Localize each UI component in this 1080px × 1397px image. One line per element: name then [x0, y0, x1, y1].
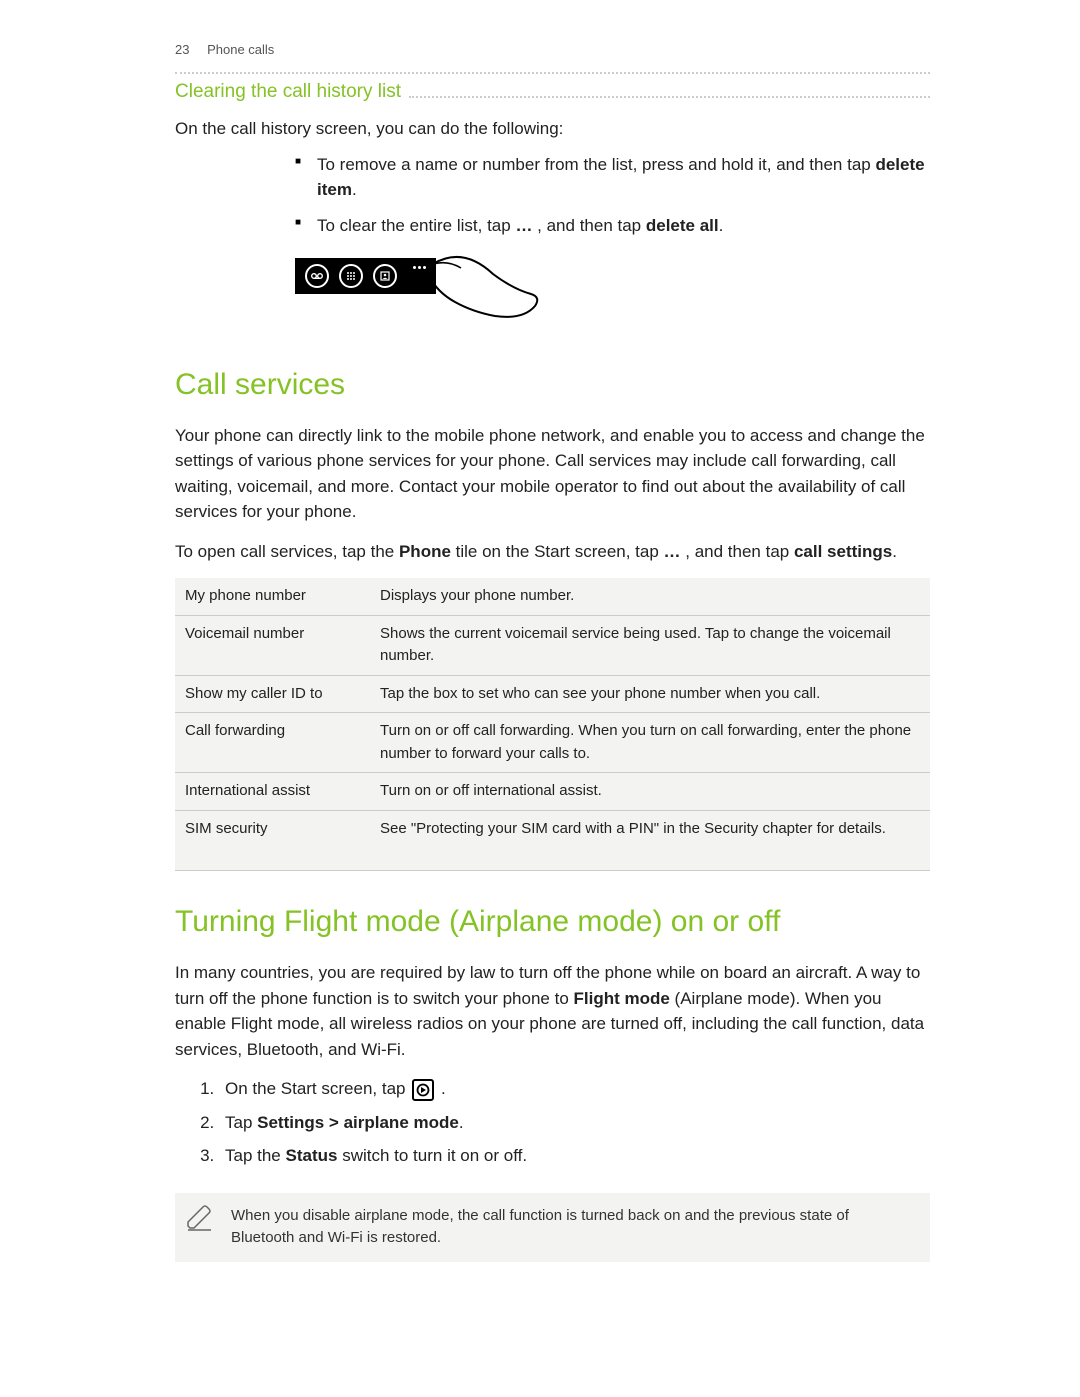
dialpad-icon [339, 264, 363, 288]
hand-pointer-icon [423, 254, 543, 332]
note-box: When you disable airplane mode, the call… [175, 1193, 930, 1262]
page-section: Phone calls [207, 42, 274, 57]
bullet-item: To remove a name or number from the list… [295, 152, 930, 203]
heading-flight-mode: Turning Flight mode (Airplane mode) on o… [175, 899, 930, 944]
subheading-row: Clearing the call history list [175, 78, 930, 107]
intro-text: On the call history screen, you can do t… [175, 116, 930, 142]
voicemail-icon [305, 264, 329, 288]
steps-list: On the Start screen, tap . Tap Settings … [219, 1076, 930, 1169]
table-row: SIM securitySee "Protecting your SIM car… [175, 810, 930, 871]
table-row: Show my caller ID toTap the box to set w… [175, 675, 930, 713]
paragraph: In many countries, you are required by l… [175, 960, 930, 1062]
bullet-list: To remove a name or number from the list… [295, 152, 930, 239]
contact-icon [373, 264, 397, 288]
divider-dotted [175, 72, 930, 74]
page-header: 23 Phone calls [175, 40, 930, 60]
settings-table: My phone numberDisplays your phone numbe… [175, 578, 930, 871]
table-row: International assistTurn on or off inter… [175, 773, 930, 811]
table-row: Call forwardingTurn on or off call forwa… [175, 713, 930, 773]
phone-toolbar [295, 258, 436, 294]
table-row: My phone numberDisplays your phone numbe… [175, 578, 930, 615]
divider-dotted [409, 96, 930, 98]
page-number: 23 [175, 42, 189, 57]
table-row: Voicemail numberShows the current voicem… [175, 615, 930, 675]
step-item: Tap the Status switch to turn it on or o… [219, 1143, 930, 1169]
pen-icon [185, 1203, 215, 1241]
more-icon [413, 266, 426, 269]
bullet-item: To clear the entire list, tap … , and th… [295, 213, 930, 239]
step-item: Tap Settings > airplane mode. [219, 1110, 930, 1136]
arrow-tile-icon [412, 1079, 434, 1101]
figure-tap-menu [295, 258, 930, 332]
subheading-clearing: Clearing the call history list [175, 78, 409, 107]
note-text: When you disable airplane mode, the call… [231, 1207, 849, 1247]
paragraph: To open call services, tap the Phone til… [175, 539, 930, 565]
heading-call-services: Call services [175, 362, 930, 407]
paragraph: Your phone can directly link to the mobi… [175, 423, 930, 525]
step-item: On the Start screen, tap . [219, 1076, 930, 1102]
